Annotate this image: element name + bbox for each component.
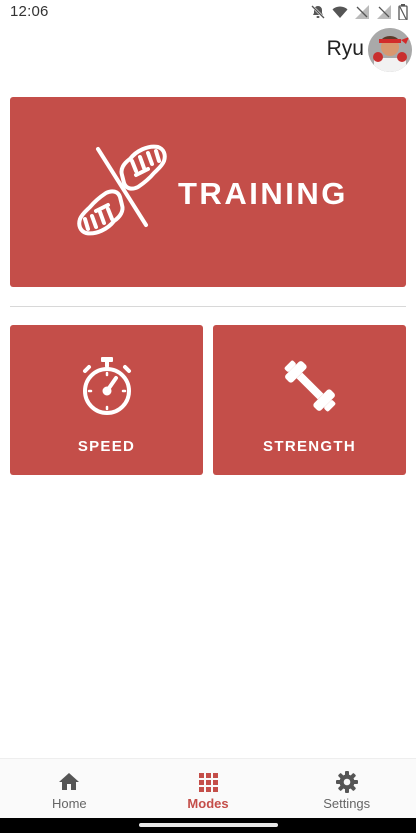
grid-icon xyxy=(196,770,220,794)
home-gesture-handle[interactable] xyxy=(139,823,278,827)
dumbbell-icon xyxy=(279,355,341,417)
strength-label: STRENGTH xyxy=(263,438,356,455)
system-nav-bar xyxy=(0,818,416,833)
fist-bump-icon xyxy=(66,135,178,247)
battery-icon xyxy=(398,4,408,21)
bottom-nav: Home Modes Settings xyxy=(0,758,416,818)
notifications-off-icon xyxy=(310,4,326,20)
status-time: 12:06 xyxy=(10,3,49,20)
nav-item-settings[interactable]: Settings xyxy=(277,759,416,818)
speed-mode-card[interactable]: SPEED xyxy=(10,325,203,475)
nav-label-settings: Settings xyxy=(323,796,371,811)
avatar[interactable] xyxy=(368,28,412,72)
gear-icon xyxy=(335,770,359,794)
training-label: TRAINING xyxy=(178,176,348,211)
training-mode-card[interactable]: TRAINING xyxy=(10,97,406,287)
nav-item-home[interactable]: Home xyxy=(0,759,139,818)
nav-label-modes: Modes xyxy=(187,796,229,811)
nav-item-modes[interactable]: Modes xyxy=(139,759,278,818)
status-icons xyxy=(310,4,408,21)
signal-icon xyxy=(354,4,370,20)
wifi-icon xyxy=(332,4,348,20)
signal-icon-2 xyxy=(376,4,392,20)
home-icon xyxy=(57,770,81,794)
speed-label: SPEED xyxy=(77,438,136,455)
user-name: Ryu xyxy=(326,37,364,60)
divider xyxy=(10,306,406,307)
stopwatch-icon xyxy=(76,355,138,417)
strength-mode-card[interactable]: STRENGTH xyxy=(213,325,406,475)
status-bar: 12:06 xyxy=(0,0,416,24)
nav-label-home: Home xyxy=(51,796,87,811)
